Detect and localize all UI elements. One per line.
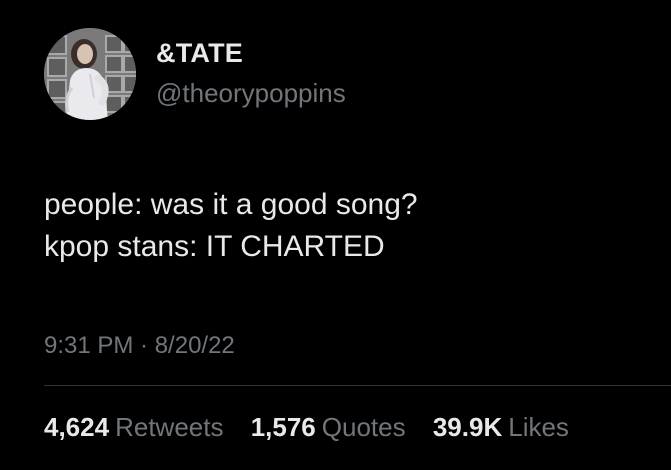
tweet-card: &TATE @theorypoppins people: was it a go… [0, 0, 671, 470]
likes-stat[interactable]: 39.9K Likes [433, 412, 569, 442]
retweets-label: Retweets [115, 412, 224, 442]
divider [44, 385, 671, 386]
tweet-text: people: was it a good song? kpop stans: … [44, 184, 418, 268]
retweets-count: 4,624 [44, 412, 110, 442]
tweet-timestamp[interactable]: 9:31 PM · 8/20/22 [44, 332, 235, 360]
tweet-text-line: kpop stans: IT CHARTED [44, 230, 385, 263]
engagement-stats: 4,624 Retweets 1,576 Quotes 39.9K Likes [44, 412, 569, 443]
display-name[interactable]: &TATE [156, 38, 243, 69]
likes-label: Likes [508, 412, 569, 442]
avatar[interactable] [44, 28, 136, 120]
retweets-stat[interactable]: 4,624 Retweets [44, 412, 223, 442]
quotes-count: 1,576 [250, 412, 316, 442]
quotes-stat[interactable]: 1,576 Quotes [251, 412, 406, 442]
likes-count: 39.9K [432, 412, 503, 442]
profile-photo-icon [44, 28, 136, 120]
tweet-text-line: people: was it a good song? [44, 188, 418, 221]
user-handle[interactable]: @theorypoppins [156, 78, 346, 109]
quotes-label: Quotes [321, 412, 406, 442]
